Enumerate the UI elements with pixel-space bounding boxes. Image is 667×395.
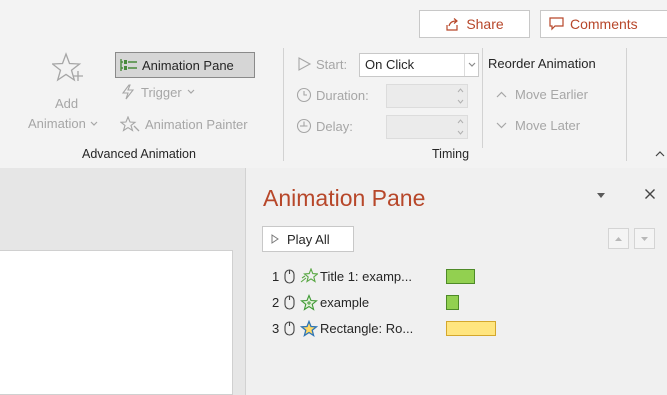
item-name: Rectangle: Ro... — [320, 320, 414, 336]
ribbon-separator — [482, 48, 483, 148]
start-dropdown[interactable]: On Click — [359, 53, 479, 77]
duration-label-row: Duration: — [296, 87, 369, 103]
timing-bar[interactable] — [446, 294, 459, 310]
play-all-label: Play All — [287, 231, 330, 247]
lightning-icon — [121, 84, 135, 100]
play-all-button[interactable]: Play All — [262, 226, 354, 252]
advanced-animation-group-label: Advanced Animation — [82, 147, 196, 161]
animation-pane: Animation Pane Play All 1 Title 1: examp… — [245, 168, 667, 395]
pane-title: Animation Pane — [263, 185, 426, 211]
delay-clock-icon — [296, 118, 312, 134]
delay-spinner[interactable] — [386, 115, 468, 139]
ribbon-separator — [626, 48, 627, 161]
timing-bar[interactable] — [446, 320, 496, 336]
animation-painter-button[interactable]: Animation Painter — [120, 116, 248, 132]
animation-painter-label: Animation Painter — [145, 116, 248, 132]
start-label-row: Start: — [296, 56, 347, 72]
trigger-label: Trigger — [141, 84, 182, 100]
chevron-up-icon — [457, 119, 463, 124]
start-label: Start: — [316, 56, 348, 72]
animation-painter-icon — [120, 116, 140, 132]
trigger-button[interactable]: Trigger — [120, 84, 195, 100]
delay-label-row: Delay: — [296, 118, 353, 134]
item-name: Title 1: examp... — [320, 268, 412, 284]
pane-options-dropdown-icon[interactable] — [596, 192, 606, 199]
share-icon — [446, 17, 459, 31]
clock-icon — [296, 87, 312, 103]
triangle-up-icon — [615, 236, 622, 241]
sparkle-star-icon — [298, 293, 320, 311]
add-animation-label-top: Add — [55, 96, 79, 111]
chevron-down-icon — [90, 121, 98, 126]
reorder-animation-title: Reorder Animation — [488, 56, 596, 71]
move-down-button[interactable] — [634, 228, 655, 249]
comment-icon — [549, 17, 564, 31]
move-later-button[interactable]: Move Later — [496, 118, 580, 133]
animation-pane-icon — [120, 59, 137, 71]
chevron-up-icon — [496, 91, 507, 98]
mouse-click-icon — [280, 320, 298, 336]
move-earlier-label: Move Earlier — [515, 87, 588, 102]
move-later-label: Move Later — [515, 118, 581, 133]
chevron-down-icon — [457, 130, 463, 135]
share-button[interactable]: Share — [419, 10, 530, 38]
spinner-arrows[interactable] — [453, 116, 467, 138]
comments-button[interactable]: Comments — [540, 10, 667, 38]
timing-bar[interactable] — [446, 268, 475, 284]
duration-spinner[interactable] — [386, 84, 468, 108]
chevron-up-icon — [457, 88, 463, 93]
animation-pane-button[interactable]: Animation Pane — [115, 52, 255, 78]
add-animation-button[interactable]: Add Animation — [28, 50, 112, 140]
item-number: 3 — [272, 320, 280, 336]
chevron-down-icon — [468, 62, 475, 67]
add-animation-label-bottom: Animation — [28, 116, 98, 131]
animation-list-item[interactable]: 3 Rectangle: Ro... — [272, 318, 496, 338]
share-label: Share — [466, 16, 504, 32]
chevron-down-icon — [457, 99, 463, 104]
spinner-arrows[interactable] — [453, 85, 467, 107]
item-name: example — [320, 294, 370, 310]
ribbon-separator — [283, 48, 284, 161]
mouse-click-icon — [280, 268, 298, 284]
animation-pane-label: Animation Pane — [142, 57, 234, 73]
move-earlier-button[interactable]: Move Earlier — [496, 87, 588, 102]
fly-in-star-icon — [298, 268, 320, 284]
move-up-button[interactable] — [608, 228, 629, 249]
animation-list-item[interactable]: 1 Title 1: examp... — [272, 266, 475, 286]
add-animation-star-icon — [52, 52, 83, 82]
slide-canvas[interactable] — [0, 250, 233, 395]
play-icon — [271, 234, 279, 244]
play-triangle-icon — [298, 57, 312, 71]
item-number: 2 — [272, 294, 280, 310]
delay-label: Delay: — [316, 118, 353, 134]
collapse-ribbon-icon[interactable] — [655, 150, 665, 157]
chevron-down-icon — [187, 89, 195, 94]
item-number: 1 — [272, 268, 280, 284]
timing-group-label: Timing — [432, 147, 470, 161]
start-value: On Click — [365, 57, 415, 72]
comments-label: Comments — [570, 16, 638, 32]
chevron-down-icon — [496, 122, 507, 129]
animation-list-item[interactable]: 2 example — [272, 292, 459, 312]
triangle-down-icon — [641, 236, 648, 241]
close-icon[interactable] — [644, 188, 656, 200]
emphasis-star-icon — [298, 319, 320, 337]
mouse-click-icon — [280, 294, 298, 310]
dropdown-arrow[interactable] — [464, 54, 478, 76]
duration-label: Duration: — [316, 87, 369, 103]
